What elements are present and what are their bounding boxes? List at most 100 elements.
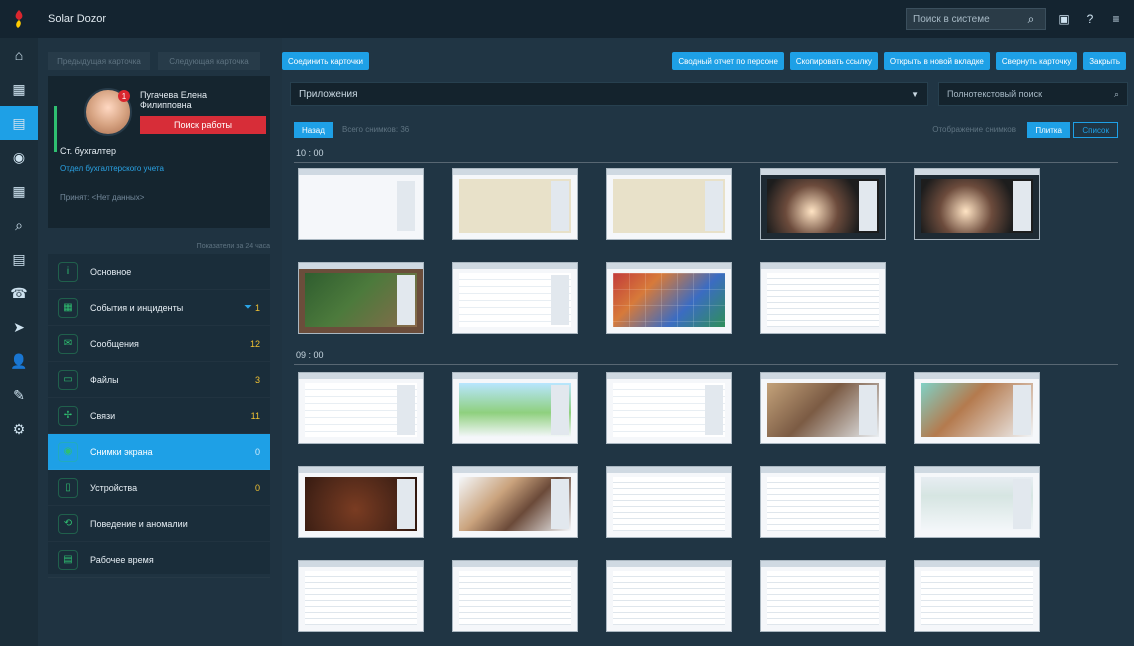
merge-cards-button[interactable]: Соединить карточки	[282, 52, 369, 70]
thumb-titlebar	[761, 169, 885, 175]
monitor-icon[interactable]: ▣	[1056, 11, 1072, 27]
thumb-titlebar	[915, 373, 1039, 379]
chevron-down-icon[interactable]: ▼	[911, 90, 919, 99]
job-search-badge[interactable]: Поиск работы	[140, 116, 266, 134]
section-label: Связи	[90, 410, 116, 421]
section-messages[interactable]: ✉ Сообщения 12	[48, 326, 270, 362]
screenshot-thumbnail[interactable]	[760, 168, 886, 240]
applications-dropdown[interactable]: Приложения ▼	[290, 82, 928, 106]
avatar-badge: 1	[118, 90, 130, 102]
thumb-content	[767, 571, 879, 625]
screenshots-toolbar: Назад Всего снимков: 36 Отображение сним…	[294, 122, 1118, 140]
thumb-titlebar	[761, 373, 885, 379]
nav-alerts-icon[interactable]: ☎	[0, 276, 38, 310]
section-devices[interactable]: ▯ Устройства 0	[48, 470, 270, 506]
back-button[interactable]: Назад	[294, 122, 333, 138]
screenshot-thumbnail[interactable]	[914, 560, 1040, 632]
section-label: Сообщения	[90, 338, 139, 349]
status-indicator	[54, 106, 57, 152]
screenshot-thumbnail[interactable]	[298, 466, 424, 538]
screenshot-thumbnail[interactable]	[760, 560, 886, 632]
events-icon: ▦	[58, 297, 78, 318]
search-icon[interactable]: ⌕	[1023, 11, 1039, 27]
section-label: Устройства	[90, 482, 138, 493]
nav-profiles-icon[interactable]: ◉	[0, 140, 38, 174]
profile-card: 1 Пугачева Елена Филипповна Поиск работы…	[48, 76, 270, 228]
nav-organization-icon[interactable]: ▦	[0, 72, 38, 106]
total-screenshots: Всего снимков: 36	[342, 125, 410, 134]
nav-navigation-icon[interactable]: ➤	[0, 310, 38, 344]
screenshot-thumbnail[interactable]	[452, 168, 578, 240]
thumb-side	[551, 181, 569, 231]
nav-calendar-icon[interactable]: ▦	[0, 174, 38, 208]
card-nav-buttons: Предыдущая карточка Следующая карточка	[48, 52, 260, 70]
screenshot-thumbnail[interactable]	[760, 372, 886, 444]
screenshot-thumbnail[interactable]	[606, 560, 732, 632]
thumb-titlebar	[915, 467, 1039, 473]
help-icon[interactable]: ?	[1082, 11, 1098, 27]
screenshot-thumbnail[interactable]	[914, 466, 1040, 538]
screenshot-thumbnail[interactable]	[914, 168, 1040, 240]
applications-label: Приложения	[299, 88, 358, 100]
section-screenshots[interactable]: ◉ Снимки экрана 0	[48, 434, 270, 470]
section-events[interactable]: ▦ События и инциденты ⏷ 1	[48, 290, 270, 326]
screenshot-thumbnail[interactable]	[606, 466, 732, 538]
camera-icon: ◉	[58, 441, 78, 462]
person-role: Ст. бухгалтер	[60, 146, 116, 156]
thumb-side	[1013, 181, 1031, 231]
screenshot-thumbnail[interactable]	[760, 262, 886, 334]
nav-home-icon[interactable]: ⌂	[0, 38, 38, 72]
screenshot-thumbnail[interactable]	[606, 372, 732, 444]
close-button[interactable]: Закрыть	[1083, 52, 1126, 70]
nav-tools-icon[interactable]: ✎	[0, 378, 38, 412]
nav-persons-icon[interactable]: ▤	[0, 106, 38, 140]
screenshot-thumbnail[interactable]	[606, 168, 732, 240]
person-name: Пугачева Елена Филипповна	[140, 90, 207, 110]
screenshot-thumbnail[interactable]	[452, 560, 578, 632]
tile-mode-button[interactable]: Плитка	[1027, 122, 1070, 138]
screenshot-thumbnail[interactable]	[298, 560, 424, 632]
section-worktime[interactable]: ▤ Рабочее время	[48, 542, 270, 578]
thumb-content	[305, 571, 417, 625]
nav-news-icon[interactable]: ▤	[0, 242, 38, 276]
copy-link-button[interactable]: Скопировать ссылку	[789, 52, 878, 70]
search-icon[interactable]: ⌕	[1114, 89, 1119, 100]
thumb-side	[397, 181, 415, 231]
screenshot-thumbnail[interactable]	[298, 372, 424, 444]
screenshot-thumbnail[interactable]	[606, 262, 732, 334]
list-mode-button[interactable]: Список	[1073, 122, 1118, 138]
behavior-icon: ⟲	[58, 513, 78, 534]
screenshot-thumbnail[interactable]	[298, 262, 424, 334]
section-links[interactable]: ✢ Связи 11	[48, 398, 270, 434]
system-search[interactable]: Поиск в системе ⌕	[906, 8, 1046, 30]
screenshot-thumbnail[interactable]	[914, 372, 1040, 444]
summary-report-button[interactable]: Сводный отчет по персоне	[672, 52, 784, 70]
main-actions: Сводный отчет по персоне Скопировать ссы…	[672, 52, 1126, 70]
section-count: 12	[249, 338, 260, 349]
thumb-titlebar	[761, 467, 885, 473]
screenshot-thumbnail[interactable]	[760, 466, 886, 538]
screenshot-thumbnail[interactable]	[298, 168, 424, 240]
open-new-tab-button[interactable]: Открыть в новой вкладке	[883, 52, 990, 70]
collapse-card-button[interactable]: Свернуть карточку	[995, 52, 1078, 70]
filter-icon[interactable]: ⏷	[244, 302, 252, 313]
thumb-content	[767, 477, 879, 531]
thumb-side	[397, 479, 415, 529]
section-main[interactable]: i Основное	[48, 254, 270, 290]
section-count: 0	[254, 482, 260, 493]
nav-settings-icon[interactable]: ⚙	[0, 412, 38, 446]
fulltext-search[interactable]: Полнотекстовый поиск ⌕	[938, 82, 1128, 106]
department-link[interactable]: Отдел бухгалтерского учета	[60, 164, 164, 173]
solar-logo-icon[interactable]	[0, 0, 38, 38]
section-behavior[interactable]: ⟲ Поведение и аномалии	[48, 506, 270, 542]
nav-search-icon[interactable]: ⌕	[0, 208, 38, 242]
screenshot-thumbnail[interactable]	[452, 262, 578, 334]
thumb-titlebar	[761, 561, 885, 567]
nav-users-icon[interactable]: 👤	[0, 344, 38, 378]
section-files[interactable]: ▭ Файлы 3	[48, 362, 270, 398]
top-right-controls: Поиск в системе ⌕ ▣ ? ≡	[906, 8, 1124, 30]
user-menu-icon[interactable]: ≡	[1108, 11, 1124, 27]
screenshot-thumbnail[interactable]	[452, 466, 578, 538]
thumb-content	[767, 273, 879, 327]
screenshot-thumbnail[interactable]	[452, 372, 578, 444]
